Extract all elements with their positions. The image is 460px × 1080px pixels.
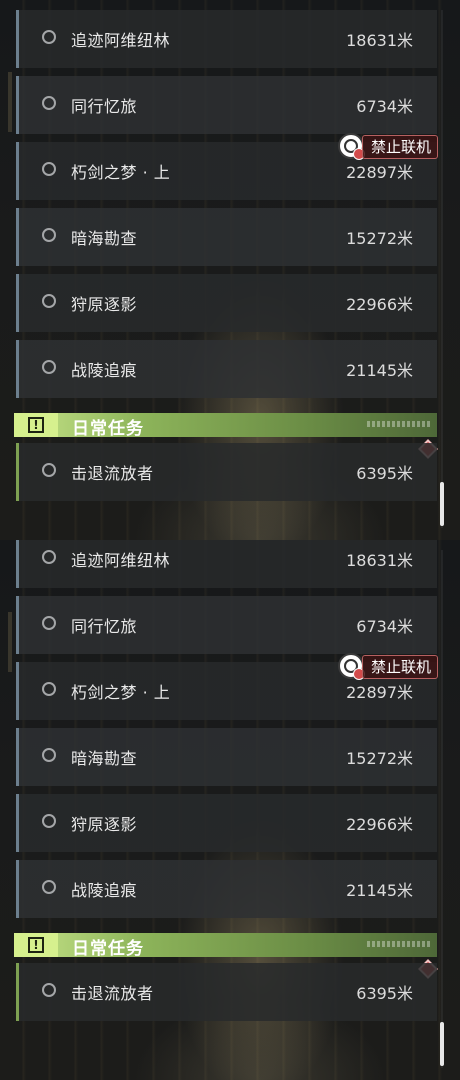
quest-distance: 21145米 [346,881,413,900]
radio-circle-icon[interactable] [42,550,56,564]
scrollbar-track[interactable] [441,10,443,528]
header-decoration [367,421,431,427]
radio-circle-icon[interactable] [42,983,56,997]
quest-name: 朽剑之梦 · 上 [71,683,171,702]
daily-quest-row[interactable]: 击退流放者 6395米 [16,443,437,501]
quest-distance: 18631米 [346,31,413,50]
quest-row[interactable]: 狩原逐影 22966米 [16,274,437,332]
scrollbar-thumb[interactable] [440,482,444,526]
quest-row[interactable]: 战陵追痕 21145米 [16,860,437,918]
radio-circle-icon[interactable] [42,814,56,828]
no-multiplayer-globe-icon [338,653,365,680]
radio-circle-icon[interactable] [42,360,56,374]
radio-circle-icon[interactable] [42,463,56,477]
quest-distance: 6395米 [356,464,413,483]
quest-name: 同行忆旅 [71,97,138,116]
quest-panel-bottom: 追迹阿维纽林 18631米 同行忆旅 6734米 朽剑之梦 · 上 22897米… [0,540,460,1080]
ban-label: 禁止联机 [362,655,439,679]
quest-distance: 15272米 [346,749,413,768]
quest-name: 击退流放者 [71,464,154,483]
radio-circle-icon[interactable] [42,616,56,630]
radio-circle-icon[interactable] [42,162,56,176]
radio-circle-icon[interactable] [42,682,56,696]
quest-name: 追迹阿维纽林 [71,31,171,50]
daily-quest-row[interactable]: 击退流放者 6395米 [16,963,437,1021]
quest-distance: 6395米 [356,984,413,1003]
multiplayer-banned-badge: 禁止联机 [338,653,439,680]
no-multiplayer-globe-icon [338,133,365,160]
radio-circle-icon[interactable] [42,96,56,110]
quest-row[interactable]: 同行忆旅 6734米 [16,596,437,654]
quest-panel-top: 追迹阿维纽林 18631米 同行忆旅 6734米 朽剑之梦 · 上 22897米… [0,0,460,540]
daily-quest-section-header[interactable]: ! 日常任务 [14,413,437,439]
quest-row[interactable]: 同行忆旅 6734米 [16,76,437,134]
radio-circle-icon[interactable] [42,880,56,894]
radio-circle-icon[interactable] [42,294,56,308]
quest-name: 狩原逐影 [71,295,138,314]
quest-distance: 6734米 [356,97,413,116]
quest-row[interactable]: 战陵追痕 21145米 [16,340,437,398]
header-decoration [367,941,431,947]
radio-circle-icon[interactable] [42,748,56,762]
quest-distance: 22897米 [346,683,413,702]
quest-row[interactable]: 狩原逐影 22966米 [16,794,437,852]
decor-bar [8,72,12,132]
quest-name: 暗海勘查 [71,229,138,248]
quest-name: 狩原逐影 [71,815,138,834]
quest-distance: 15272米 [346,229,413,248]
scrollbar-track[interactable] [441,550,443,1068]
quest-row[interactable]: 追迹阿维纽林 18631米 [16,540,437,588]
quest-name: 同行忆旅 [71,617,138,636]
radio-circle-icon[interactable] [42,228,56,242]
quest-row[interactable]: 暗海勘查 15272米 [16,728,437,786]
section-title: 日常任务 [72,419,144,439]
quest-alert-icon: ! [14,933,58,957]
decor-bar [8,612,12,672]
quest-name: 追迹阿维纽林 [71,551,171,570]
quest-distance: 22966米 [346,815,413,834]
quest-name: 战陵追痕 [71,361,138,380]
quest-alert-icon: ! [14,413,58,437]
radio-circle-icon[interactable] [42,30,56,44]
multiplayer-banned-badge: 禁止联机 [338,133,439,160]
quest-row[interactable]: 追迹阿维纽林 18631米 [16,10,437,68]
ban-label: 禁止联机 [362,135,439,159]
daily-quest-section-header[interactable]: ! 日常任务 [14,933,437,959]
quest-distance: 21145米 [346,361,413,380]
quest-name: 暗海勘查 [71,749,138,768]
quest-name: 战陵追痕 [71,881,138,900]
scrollbar-thumb[interactable] [440,1022,444,1066]
quest-distance: 22966米 [346,295,413,314]
quest-distance: 18631米 [346,551,413,570]
quest-name: 朽剑之梦 · 上 [71,163,171,182]
quest-distance: 22897米 [346,163,413,182]
quest-name: 击退流放者 [71,984,154,1003]
quest-distance: 6734米 [356,617,413,636]
section-title: 日常任务 [72,939,144,959]
quest-row[interactable]: 暗海勘查 15272米 [16,208,437,266]
